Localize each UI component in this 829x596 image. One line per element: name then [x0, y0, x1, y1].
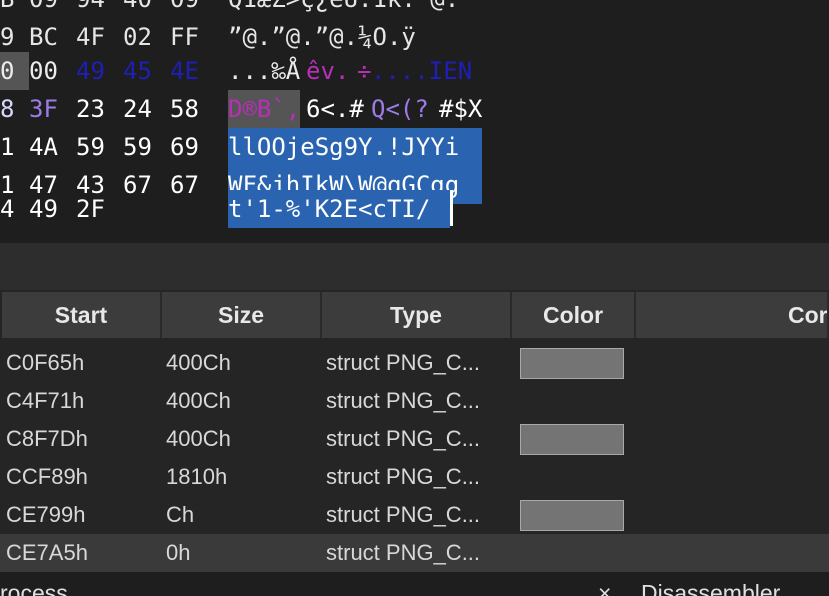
column-header-start[interactable]: Start	[2, 292, 162, 338]
offset-cell: 1	[0, 133, 15, 161]
table-row[interactable]: C0F65h 400Ch struct PNG_C...	[0, 344, 829, 382]
hex-byte[interactable]: 45	[123, 52, 152, 90]
hex-row[interactable]: 4 49 2F t'1-%'K2E<cTI/	[0, 190, 450, 228]
tab-process[interactable]: rocess	[0, 580, 68, 596]
panel-divider[interactable]	[0, 243, 829, 290]
ascii-text[interactable]: llOOjeSg9Y.!JYYi	[228, 128, 482, 166]
table-header: Start Size Type Color Cor	[0, 290, 829, 338]
size-cell: 400Ch	[166, 350, 231, 375]
offset-cell: 9	[0, 23, 15, 51]
table-row[interactable]: C8F7Dh 400Ch struct PNG_C...	[0, 420, 829, 458]
offset-cell: 0	[0, 52, 29, 90]
column-header-color[interactable]: Color	[512, 292, 636, 338]
type-cell: struct PNG_C...	[326, 350, 481, 375]
tab-disassembler[interactable]: Disassembler	[641, 580, 780, 596]
type-cell: struct PNG_C...	[326, 502, 481, 527]
type-cell: struct PNG_C...	[326, 426, 481, 451]
color-swatch[interactable]	[520, 500, 624, 531]
hex-byte[interactable]: 40	[123, 0, 152, 18]
table-row[interactable]: CCF89h 1810h struct PNG_C...	[0, 458, 829, 496]
start-cell: CE799h	[6, 502, 86, 527]
hex-byte[interactable]: BC	[29, 18, 58, 56]
hex-row[interactable]: 8 3F 23 24 58 D®B`, 6<.# Q<(? #$X	[0, 90, 482, 128]
hex-byte[interactable]: 2F	[76, 190, 105, 228]
hex-byte[interactable]: 3F	[29, 90, 58, 128]
hex-byte[interactable]: FF	[170, 18, 199, 56]
size-cell: Ch	[166, 502, 195, 527]
hex-byte[interactable]: 67	[170, 166, 199, 204]
ascii-text[interactable]: êv.	[306, 52, 349, 90]
hex-byte[interactable]: 49	[76, 52, 105, 90]
hex-byte[interactable]: 09	[170, 0, 199, 18]
type-cell: struct PNG_C...	[326, 540, 481, 565]
ascii-text[interactable]: Q<(?	[371, 90, 429, 128]
column-header-comment[interactable]: Cor	[636, 292, 829, 338]
hex-byte[interactable]: 69	[170, 128, 199, 166]
hex-row[interactable]: 9 BC 4F 02 FF ”@.”@.”@.¼O.ÿ	[0, 18, 416, 56]
hex-editor-pane[interactable]: B 09 94 40 09 Q1æZ>ç¿eU.1k. @. 9 BC 4F 0…	[0, 0, 829, 243]
hex-byte[interactable]: 02	[123, 18, 152, 56]
hex-byte[interactable]: 24	[123, 90, 152, 128]
start-cell: C4F71h	[6, 388, 85, 413]
color-swatch[interactable]	[520, 424, 624, 455]
hex-byte[interactable]: 49	[29, 190, 58, 228]
hex-byte[interactable]: 59	[76, 128, 105, 166]
ascii-text[interactable]: 6<.#	[306, 90, 364, 128]
size-cell: 400Ch	[166, 388, 231, 413]
table-row-selected[interactable]: CE7A5h 0h struct PNG_C...	[0, 534, 829, 572]
size-cell: 0h	[166, 540, 191, 565]
offset-cell: 8	[0, 95, 15, 123]
ascii-text[interactable]: #$X	[439, 90, 482, 128]
offset-cell: 4	[0, 195, 15, 223]
hex-byte[interactable]: 4E	[170, 52, 199, 90]
hex-row[interactable]: B 09 94 40 09 Q1æZ>ç¿eU.1k. @.	[0, 0, 459, 18]
segments-table[interactable]: Start Size Type Color Cor C0F65h 400Ch s…	[0, 290, 829, 572]
table-row[interactable]: CE799h Ch struct PNG_C...	[0, 496, 829, 534]
ascii-text[interactable]: Q1æZ>ç¿eU.1k. @.	[228, 0, 459, 18]
bottom-tab-bar: rocess × Disassembler	[0, 572, 829, 596]
hex-byte[interactable]: 59	[123, 128, 152, 166]
table-row[interactable]: C4F71h 400Ch struct PNG_C...	[0, 382, 829, 420]
hex-row[interactable]: 1 4A 59 59 69 llOOjeSg9Y.!JYYi	[0, 128, 482, 166]
ascii-text[interactable]: ....IEN	[371, 52, 472, 90]
hex-row[interactable]: 0 00 49 45 4E ...‰Å êv. ÷ ....IEN	[0, 52, 472, 90]
start-cell: CE7A5h	[6, 540, 88, 565]
hex-byte[interactable]: 4A	[29, 128, 58, 166]
start-cell: C8F7Dh	[6, 426, 88, 451]
close-icon[interactable]: ×	[598, 580, 611, 596]
size-cell: 1810h	[166, 464, 228, 489]
hex-byte[interactable]: 00	[29, 52, 58, 90]
hex-byte[interactable]: 4F	[76, 18, 105, 56]
hex-byte[interactable]: 23	[76, 90, 105, 128]
size-cell: 400Ch	[166, 426, 231, 451]
ascii-text[interactable]: ”@.”@.”@.¼O.ÿ	[228, 18, 416, 56]
hex-byte[interactable]: 09	[29, 0, 58, 18]
ascii-text[interactable]: ...‰Å	[228, 52, 300, 90]
hex-byte[interactable]: 58	[170, 90, 199, 128]
hex-byte[interactable]: 94	[76, 0, 105, 18]
start-cell: C0F65h	[6, 350, 85, 375]
ascii-text[interactable]: D®B`,	[228, 90, 301, 128]
start-cell: CCF89h	[6, 464, 88, 489]
offset-cell: B	[0, 0, 14, 18]
color-swatch[interactable]	[520, 348, 624, 379]
type-cell: struct PNG_C...	[326, 388, 481, 413]
type-cell: struct PNG_C...	[326, 464, 481, 489]
column-header-type[interactable]: Type	[322, 292, 512, 338]
ascii-text[interactable]: t'1-%'K2E<cTI/	[228, 190, 450, 228]
text-caret	[450, 190, 453, 226]
hex-byte[interactable]: 67	[123, 166, 152, 204]
column-header-size[interactable]: Size	[162, 292, 322, 338]
ascii-text[interactable]: ÷	[357, 52, 371, 90]
